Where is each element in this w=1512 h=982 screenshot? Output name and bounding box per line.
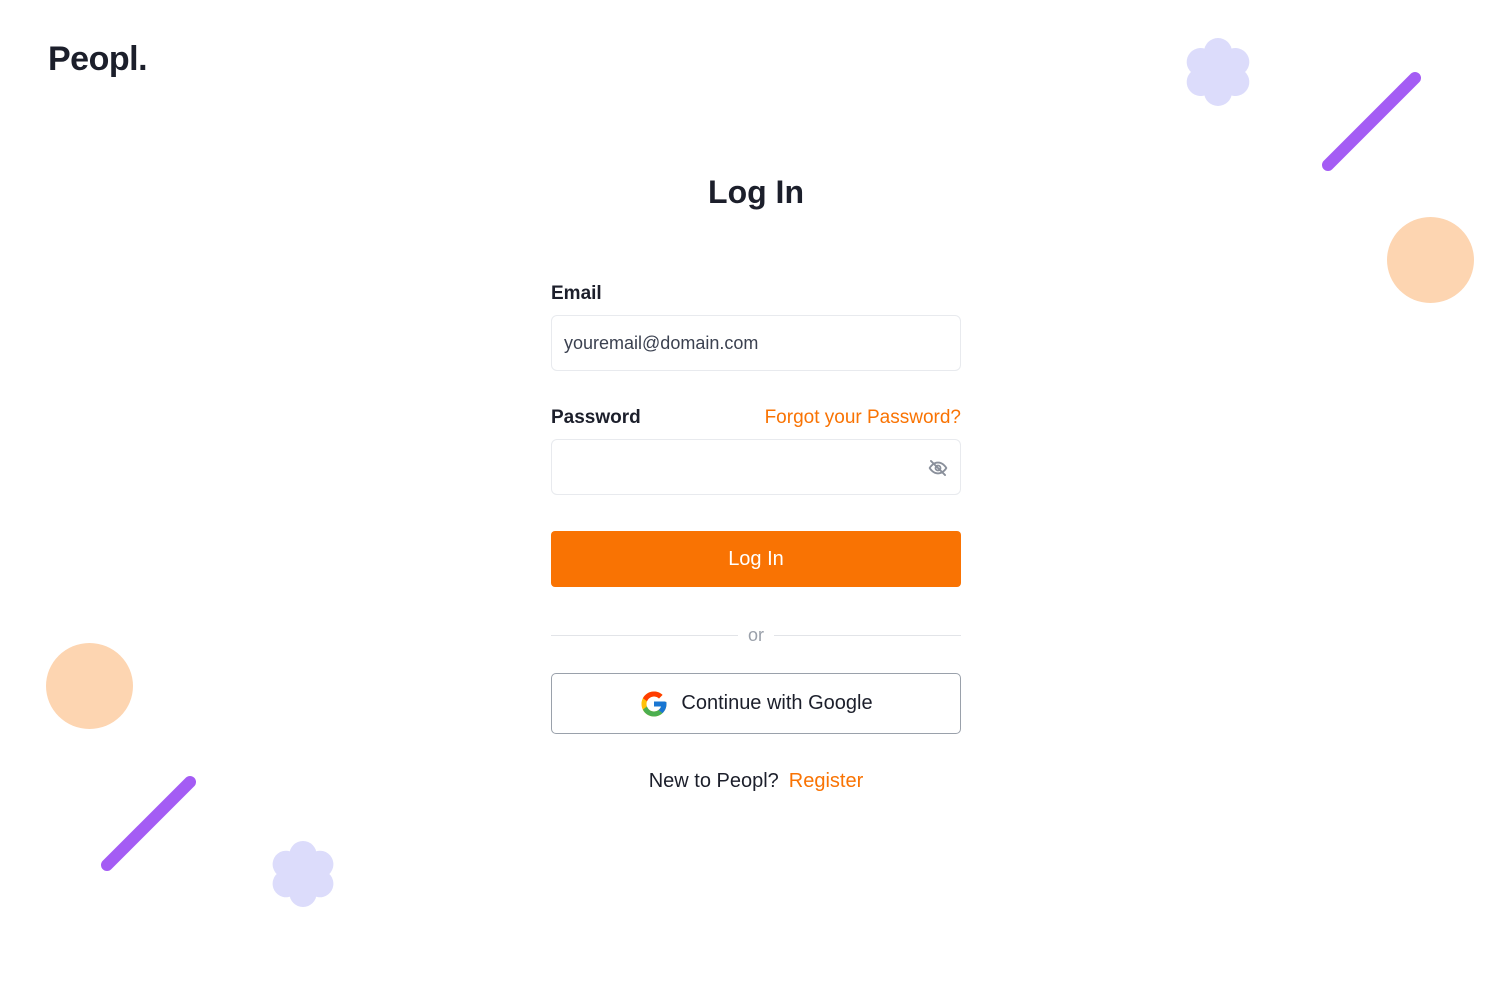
password-label: Password [551, 407, 641, 428]
or-divider: or [551, 624, 962, 645]
password-field-wrapper [551, 439, 961, 495]
google-button-label: Continue with Google [681, 692, 873, 714]
password-label-row: Password Forgot your Password? [551, 407, 961, 429]
forgot-password-link[interactable]: Forgot your Password? [765, 407, 961, 429]
login-form: Email Password Forgot your Password? Log… [551, 283, 962, 793]
decor-circle-bottom [46, 643, 133, 729]
divider-text: or [748, 624, 765, 645]
register-row: New to Peopl? Register [551, 770, 961, 793]
email-input[interactable] [552, 316, 960, 370]
decor-circle-top [1387, 217, 1474, 303]
continue-with-google-button[interactable]: Continue with Google [551, 673, 961, 734]
email-field-wrapper [551, 315, 961, 371]
google-g-icon [639, 689, 669, 719]
register-prompt: New to Peopl? [648, 770, 779, 792]
decor-line-bottom [97, 772, 201, 876]
brand-logo: Peopl. [48, 40, 148, 78]
email-label: Email [551, 283, 602, 304]
register-link[interactable]: Register [789, 770, 863, 792]
page-title: Log In [708, 174, 804, 210]
decor-asterisk-top [1181, 38, 1255, 106]
eye-slash-icon[interactable] [928, 458, 948, 478]
decor-asterisk-bottom [267, 841, 339, 907]
decor-line-top [1320, 70, 1424, 174]
login-button[interactable]: Log In [551, 531, 961, 587]
password-input[interactable] [552, 440, 960, 494]
divider-line-right [774, 634, 962, 636]
divider-line-left [551, 634, 738, 636]
